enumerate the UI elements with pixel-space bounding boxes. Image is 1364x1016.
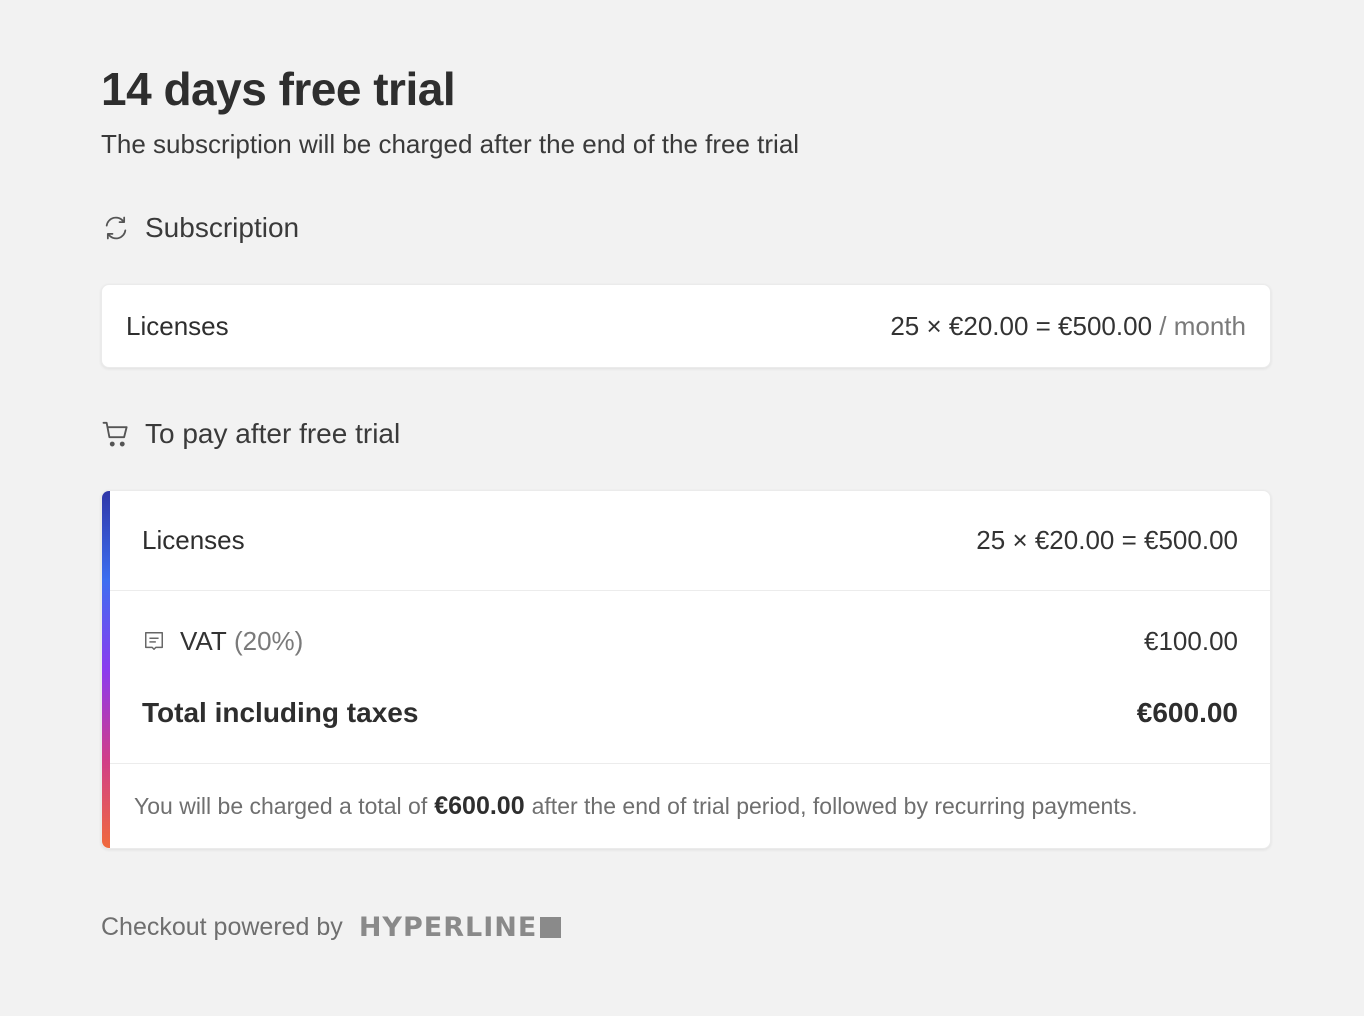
vat-row: VAT (20%) €100.00 <box>142 623 1238 659</box>
hyperline-logo[interactable]: HYPERLINE <box>358 912 562 943</box>
footer: Checkout powered by HYPERLINE <box>101 912 562 943</box>
refresh-icon <box>101 213 131 243</box>
subscription-card: Licenses 25 × €20.00 = €500.00 / month <box>101 284 1271 368</box>
total-label: Total including taxes <box>142 697 419 728</box>
subscription-item-price-group: 25 × €20.00 = €500.00 / month <box>890 311 1246 342</box>
page-title: 14 days free trial <box>101 63 456 115</box>
to-pay-heading-label: To pay after free trial <box>145 418 401 449</box>
page-subtitle: The subscription will be charged after t… <box>101 129 800 159</box>
to-pay-licenses-label: Licenses <box>142 525 245 555</box>
to-pay-licenses-row: Licenses 25 × €20.00 = €500.00 <box>110 491 1270 591</box>
to-pay-heading: To pay after free trial <box>101 418 400 450</box>
subscription-line-item: Licenses 25 × €20.00 = €500.00 / month <box>102 285 1270 367</box>
charge-note-prefix: You will be charged a total of <box>134 792 428 819</box>
vat-amount: €100.00 <box>1144 625 1238 656</box>
brand-name: HYPERLINE <box>358 912 538 943</box>
powered-by-text: Checkout powered by <box>101 913 343 941</box>
subscription-item-period: / month <box>1159 310 1246 341</box>
subscription-item-price: 25 × €20.00 = €500.00 <box>890 310 1153 341</box>
to-pay-card: Licenses 25 × €20.00 = €500.00 VAT (20%)… <box>101 490 1271 849</box>
cart-icon <box>101 419 131 449</box>
vat-rate: (20%) <box>233 625 304 656</box>
total-amount: €600.00 <box>1136 697 1238 728</box>
charge-note-amount: €600.00 <box>434 791 525 820</box>
to-pay-licenses-price: 25 × €20.00 = €500.00 <box>976 525 1238 555</box>
brand-square-icon <box>540 917 562 938</box>
total-row: Total including taxes €600.00 <box>142 693 1238 733</box>
subscription-item-label: Licenses <box>126 310 229 341</box>
charge-note-suffix: after the end of trial period, followed … <box>531 792 1138 819</box>
subscription-heading-label: Subscription <box>145 212 300 243</box>
subscription-heading: Subscription <box>101 212 299 244</box>
accent-gradient-bar <box>102 491 110 848</box>
vat-label-group: VAT (20%) <box>142 626 303 657</box>
taxes-block: VAT (20%) €100.00 Total including taxes … <box>110 591 1270 764</box>
charge-note: You will be charged a total of €600.00 a… <box>110 764 1270 848</box>
receipt-icon <box>142 629 166 653</box>
vat-label: VAT <box>180 625 227 656</box>
